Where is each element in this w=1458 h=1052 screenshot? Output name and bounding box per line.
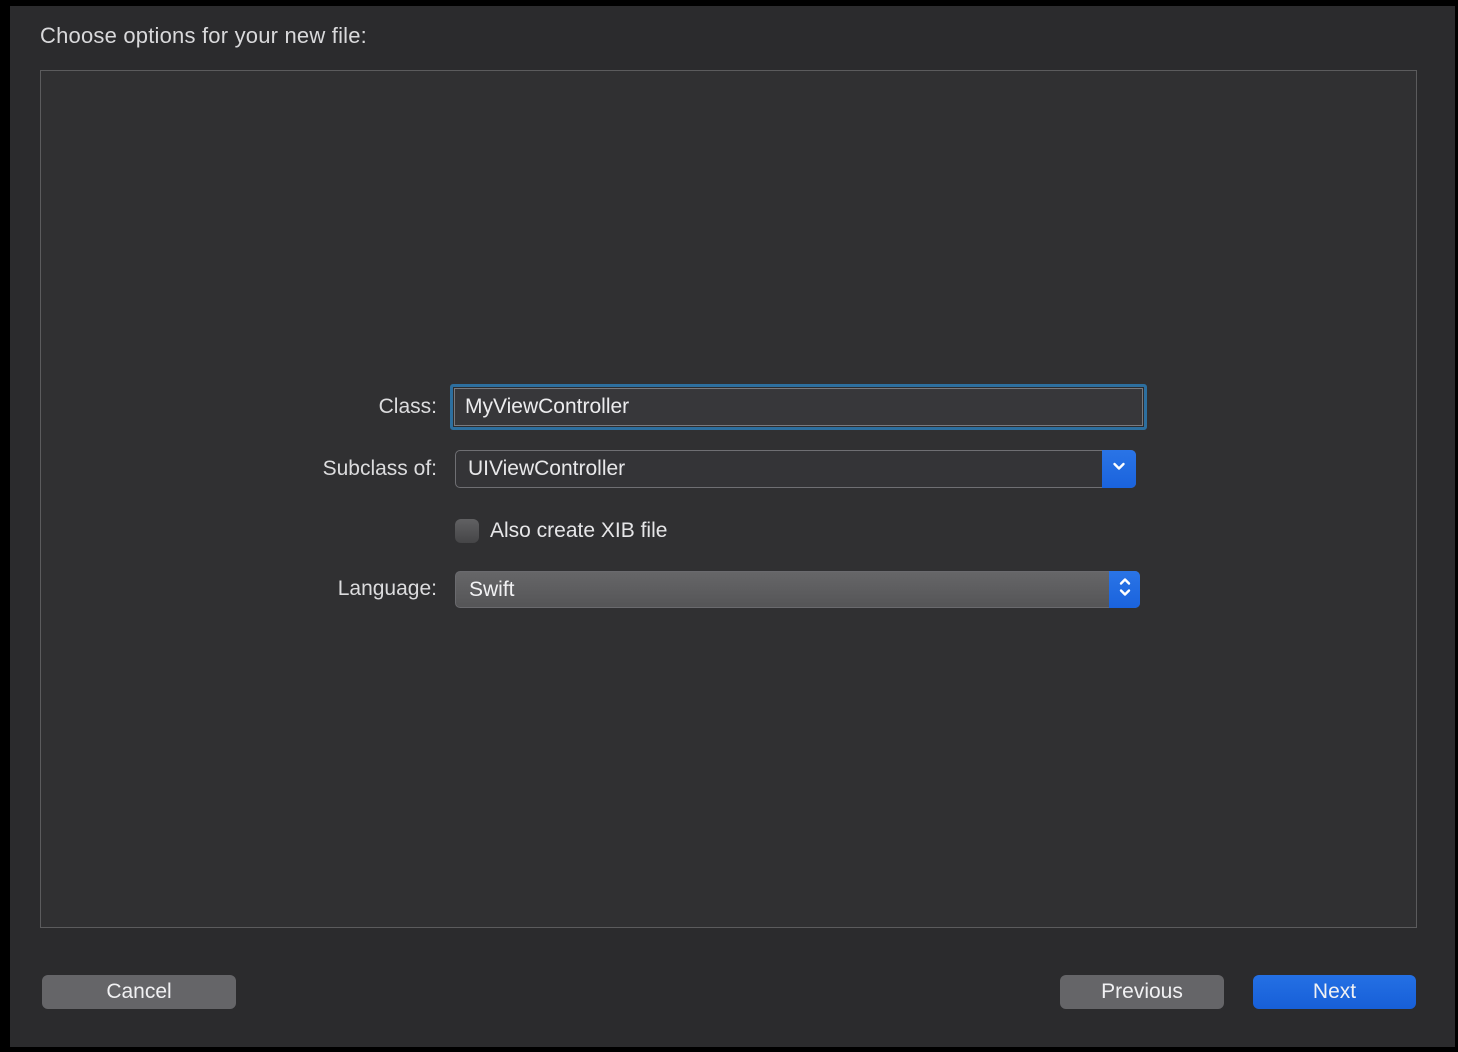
- cancel-button[interactable]: Cancel: [42, 975, 236, 1009]
- options-panel: [40, 70, 1417, 928]
- language-value: Swift: [469, 578, 515, 602]
- previous-button[interactable]: Previous: [1060, 975, 1224, 1009]
- xib-checkbox-label: Also create XIB file: [490, 519, 667, 543]
- subclass-dropdown-button[interactable]: [1102, 450, 1136, 488]
- language-label: Language:: [137, 577, 437, 601]
- language-popup[interactable]: Swift: [455, 571, 1140, 608]
- language-stepper-button[interactable]: [1109, 571, 1140, 608]
- class-label: Class:: [137, 395, 437, 419]
- class-input[interactable]: [455, 389, 1142, 425]
- class-field-border: [454, 388, 1143, 426]
- class-field-focus-ring: [450, 384, 1147, 430]
- xib-checkbox[interactable]: [455, 519, 479, 543]
- subclass-label: Subclass of:: [137, 457, 437, 481]
- chevron-up-down-icon: [1117, 574, 1133, 606]
- subclass-combobox[interactable]: UIViewController: [455, 450, 1136, 488]
- next-button[interactable]: Next: [1253, 975, 1416, 1009]
- chevron-down-icon: [1110, 457, 1128, 481]
- dialog-title: Choose options for your new file:: [40, 23, 367, 49]
- subclass-value: UIViewController: [468, 457, 625, 481]
